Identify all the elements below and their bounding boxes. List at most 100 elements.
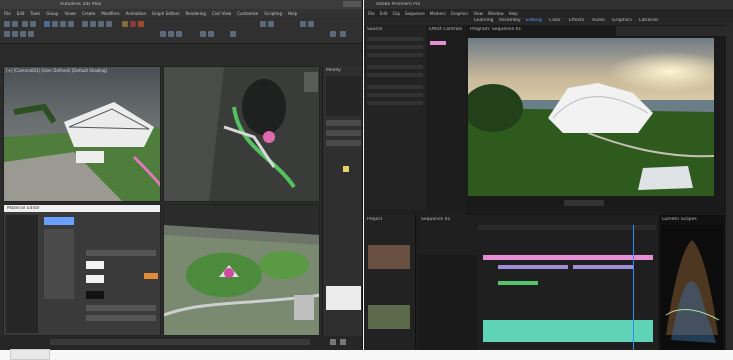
rotate-icon[interactable] [60,21,66,27]
clip-thumbnail[interactable] [368,245,410,269]
redo-icon[interactable] [12,21,18,27]
menu-file[interactable]: File [4,11,11,16]
program-monitor-title[interactable]: Program: Sequence 01 [470,27,521,32]
color-swatch[interactable] [343,166,349,172]
menu-edit[interactable]: Edit [17,11,25,16]
param-rollout[interactable] [326,130,361,136]
tool-icon[interactable] [4,31,10,37]
menu-clip[interactable]: Clip [392,11,400,16]
time-ruler[interactable] [478,225,656,230]
param-row[interactable] [86,250,156,256]
menu-file[interactable]: File [368,11,375,16]
material-list[interactable] [6,215,38,333]
menu-customize[interactable]: Customize [237,11,258,16]
video-clip[interactable] [573,265,633,269]
menu-help[interactable]: Help [509,11,518,16]
tool-icon[interactable] [160,31,166,37]
tool-icon[interactable] [340,31,346,37]
playback-controls[interactable] [564,200,604,206]
play-icon[interactable] [330,339,336,345]
source-panel-title[interactable]: Source [367,27,382,32]
menu-view[interactable]: View [473,11,483,16]
material-editor-icon[interactable] [122,21,128,27]
timeline-slider[interactable] [50,339,310,345]
menu-markers[interactable]: Markers [430,11,446,16]
param-row[interactable] [367,73,423,77]
viewport-top[interactable]: [+] [Top] [User Defined] [163,66,320,202]
tab-color[interactable]: Color [549,18,561,23]
menu-sequence[interactable]: Sequence [405,11,425,16]
render-icon[interactable] [138,21,144,27]
menu-modifiers[interactable]: Modifiers [101,11,119,16]
param-rollout[interactable] [326,140,361,146]
menu-group[interactable]: Group [46,11,58,16]
tool-icon[interactable] [330,31,336,37]
tool-icon[interactable] [268,21,274,27]
material-slot[interactable] [44,217,74,225]
snap-icon[interactable] [82,21,88,27]
viewport-camera[interactable]: [+] [Camera001] [User Defined] [Default … [3,66,161,202]
tab-learning[interactable]: Learning [474,18,494,23]
param-row[interactable] [367,53,423,57]
tab-audio[interactable]: Audio [592,18,605,23]
tool-icon[interactable] [20,31,26,37]
keyframe-clip[interactable] [430,41,446,45]
mirror-icon[interactable] [98,21,104,27]
modifier-stack[interactable] [326,76,361,116]
tab-editing[interactable]: Editing [526,18,542,23]
video-clip[interactable] [483,255,653,260]
select-icon[interactable] [44,21,50,27]
map-button[interactable] [144,273,158,279]
vertical-scrollbar[interactable] [726,25,733,352]
param-row[interactable] [86,315,156,321]
key-icon[interactable] [340,339,346,345]
material-node[interactable] [44,229,74,299]
menu-rendering[interactable]: Rendering [186,11,206,16]
video-clip[interactable] [498,265,568,269]
menu-views[interactable]: Views [65,11,77,16]
param-row[interactable] [367,37,423,41]
menu-help[interactable]: Help [288,11,297,16]
tool-icon[interactable] [200,31,206,37]
window-controls[interactable] [343,1,361,7]
timeline-title[interactable]: Sequence 01 [421,217,450,222]
menu-graphics[interactable]: Graphics [451,11,469,16]
link-icon[interactable] [22,21,28,27]
tool-icon[interactable] [260,21,266,27]
clip-thumbnail[interactable] [368,305,410,329]
tool-icon[interactable] [230,31,236,37]
menu-tools[interactable]: Tools [30,11,40,16]
tab-libraries[interactable]: Libraries [639,18,658,23]
menu-scripting[interactable]: Scripting [264,11,282,16]
tool-icon[interactable] [300,21,306,27]
param-row[interactable] [367,45,423,49]
audio-clip[interactable] [483,320,653,342]
tool-icon[interactable] [176,31,182,37]
param-row[interactable] [367,93,423,97]
param-rollout[interactable] [326,120,361,126]
align-icon[interactable] [106,21,112,27]
tool-icon[interactable] [308,21,314,27]
param-row[interactable] [367,101,423,105]
tab-effects[interactable]: Effects [569,18,584,23]
project-panel-title[interactable]: Project [367,217,382,222]
menu-window[interactable]: Window [488,11,504,16]
viewport-perspective[interactable]: [+] [Perspective] [163,204,320,336]
render-setup-icon[interactable] [130,21,136,27]
param-row[interactable] [86,305,156,311]
color-swatch[interactable] [86,275,104,283]
scale-icon[interactable] [68,21,74,27]
tab-graphics[interactable]: Graphics [612,18,632,23]
color-swatch[interactable] [86,261,104,269]
playhead[interactable] [633,225,634,350]
menu-edit[interactable]: Edit [380,11,388,16]
angle-snap-icon[interactable] [90,21,96,27]
tab-assembly[interactable]: Assembly [499,18,521,23]
menu-civil-view[interactable]: Civil View [212,11,231,16]
unlink-icon[interactable] [30,21,36,27]
menu-graph-editors[interactable]: Graph Editors [152,11,179,16]
color-swatch[interactable] [86,291,104,299]
menu-create[interactable]: Create [82,11,95,16]
tool-icon[interactable] [168,31,174,37]
param-row[interactable] [367,65,423,69]
